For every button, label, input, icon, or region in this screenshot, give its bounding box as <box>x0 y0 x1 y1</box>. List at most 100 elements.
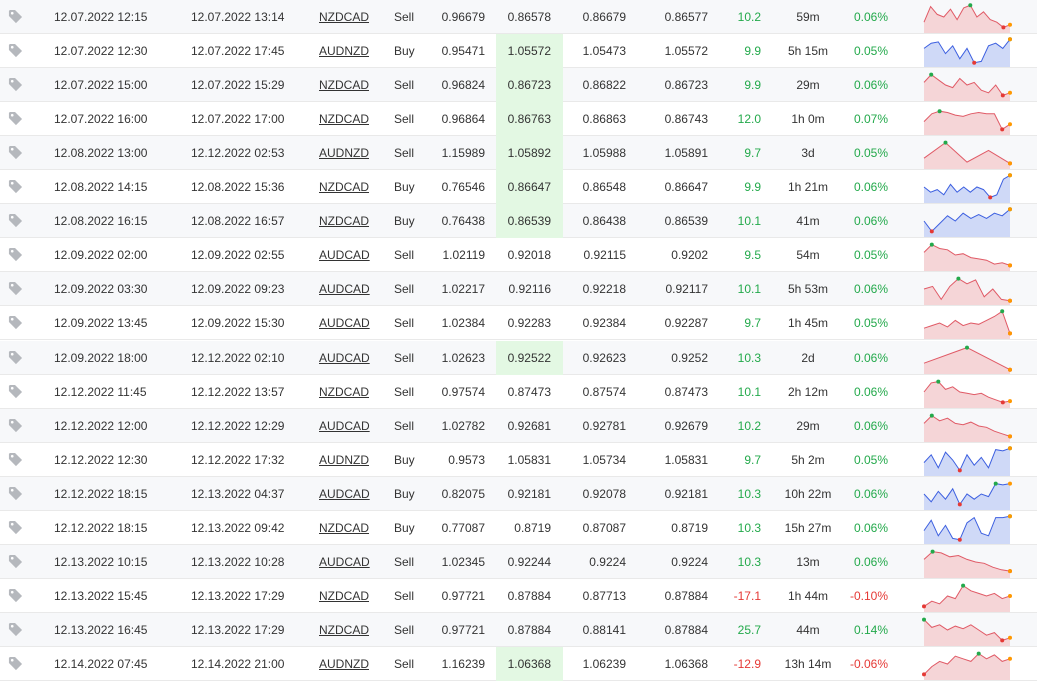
pips-value: 10.1 <box>737 214 761 229</box>
symbol-link[interactable]: AUDCAD <box>319 409 370 443</box>
open-time: 12.09.2022 03:30 <box>54 282 148 297</box>
sparkline-last-marker <box>1008 122 1012 127</box>
sparkline-high-marker <box>1000 309 1005 314</box>
symbol-link[interactable]: NZDCAD <box>319 0 369 34</box>
price-value-1: 1.02345 <box>441 554 485 569</box>
symbol-link[interactable]: AUDNZD <box>319 443 369 477</box>
tag-icon[interactable] <box>8 238 24 272</box>
pips-value: 9.7 <box>744 146 761 161</box>
symbol-link[interactable]: AUDCAD <box>319 341 370 375</box>
tag-icon[interactable] <box>8 443 24 477</box>
symbol-link[interactable]: AUDCAD <box>319 272 370 306</box>
symbol-link[interactable]: AUDNZD <box>319 136 369 170</box>
symbol-link[interactable]: NZDCAD <box>319 68 369 102</box>
table-row: 12.07.2022 12:15 12.07.2022 13:14 NZDCAD Se… <box>0 0 1037 34</box>
tag-icon[interactable] <box>8 34 24 68</box>
open-time: 12.07.2022 12:15 <box>54 10 148 24</box>
tag-icon[interactable] <box>8 409 24 443</box>
sparkline-high-marker <box>929 242 934 247</box>
price-value-1: 1.02119 <box>442 248 486 263</box>
symbol-link[interactable]: AUDNZD <box>319 34 369 68</box>
price-value-1: 0.82075 <box>441 486 485 501</box>
tag-icon[interactable] <box>8 272 24 306</box>
sparkline-chart <box>922 171 1012 204</box>
tag-icon[interactable] <box>8 477 24 511</box>
tag-icon[interactable] <box>8 136 24 170</box>
table-row: 12.08.2022 16:15 12.08.2022 16:57 NZDCAD Bu… <box>0 204 1037 239</box>
symbol-link[interactable]: NZDCAD <box>319 102 369 136</box>
sparkline-chart <box>922 614 1012 646</box>
table-row: 12.13.2022 15:45 12.13.2022 17:29 NZDCAD Se… <box>0 579 1037 613</box>
price-value-3: 0.92115 <box>583 248 627 263</box>
duration: 5h 2m <box>791 452 825 467</box>
symbol-link[interactable]: NZDCAD <box>319 579 369 613</box>
pips-value: 9.5 <box>744 248 761 263</box>
tag-icon[interactable] <box>8 102 24 136</box>
tag-icon[interactable] <box>8 0 24 34</box>
open-time: 12.08.2022 16:15 <box>54 214 148 229</box>
sparkline-high-marker <box>922 617 926 622</box>
tag-icon[interactable] <box>8 545 24 579</box>
price-value-1: 1.15989 <box>441 146 485 161</box>
tag-icon[interactable] <box>8 341 24 375</box>
sparkline-chart <box>922 410 1012 442</box>
price-value-1: 0.97574 <box>441 384 485 399</box>
pips-value: 10.3 <box>737 520 761 535</box>
close-time: 12.12.2022 12:29 <box>191 418 285 433</box>
sparkline-area <box>924 551 1010 578</box>
symbol-link[interactable]: NZDCAD <box>319 375 369 409</box>
sparkline-last-marker <box>1008 331 1012 336</box>
sparkline-last-marker <box>1008 22 1012 27</box>
symbol-link[interactable]: AUDCAD <box>319 477 370 511</box>
price-value-3: 0.86822 <box>582 78 626 93</box>
price-value-1: 0.9573 <box>448 452 485 467</box>
duration: 2h 12m <box>787 384 829 399</box>
price-value-2: 1.05831 <box>507 452 551 467</box>
symbol-link[interactable]: AUDCAD <box>319 306 370 340</box>
open-time: 12.12.2022 12:00 <box>54 418 148 433</box>
close-time: 12.07.2022 17:00 <box>191 112 285 127</box>
sparkline-high-marker <box>976 651 981 656</box>
sparkline-area <box>924 5 1010 33</box>
symbol-link[interactable]: NZDCAD <box>319 613 369 647</box>
sparkline-low-marker <box>972 60 977 65</box>
symbol-link[interactable]: NZDCAD <box>319 204 369 238</box>
profit-percent: 0.06% <box>853 180 888 195</box>
open-time: 12.12.2022 12:30 <box>54 452 148 467</box>
tag-icon[interactable] <box>8 306 24 340</box>
symbol-link[interactable]: AUDCAD <box>319 238 370 272</box>
tag-icon[interactable] <box>8 204 24 238</box>
price-value-2: 0.8719 <box>514 520 551 535</box>
price-value-2: 0.86763 <box>496 102 563 137</box>
sparkline-low-marker <box>1001 25 1006 30</box>
symbol-link[interactable]: NZDCAD <box>319 170 369 204</box>
sparkline-chart <box>922 376 1012 408</box>
table-row: 12.12.2022 12:00 12.12.2022 12:29 AUDCAD Se… <box>0 408 1037 443</box>
price-value-2: 0.92244 <box>507 554 551 569</box>
table-row: 12.07.2022 16:00 12.07.2022 17:00 NZDCAD Se… <box>0 102 1037 137</box>
sparkline-chart <box>922 444 1012 476</box>
symbol-link[interactable]: AUDCAD <box>319 545 370 579</box>
tag-icon[interactable] <box>8 170 24 204</box>
duration: 1h 44m <box>787 588 829 603</box>
tag-icon[interactable] <box>8 511 24 545</box>
sparkline-area <box>924 381 1010 408</box>
sparkline-chart <box>922 648 1012 680</box>
symbol-link[interactable]: NZDCAD <box>319 511 369 545</box>
price-value-2: 0.92522 <box>496 340 563 375</box>
tag-icon[interactable] <box>8 579 24 613</box>
sparkline-area <box>924 619 1010 646</box>
profit-percent: 0.05% <box>853 452 888 467</box>
price-value-1: 1.02217 <box>441 282 485 297</box>
tag-icon[interactable] <box>8 613 24 647</box>
tag-icon[interactable] <box>8 647 24 681</box>
tag-icon[interactable] <box>8 375 24 409</box>
price-value-4: 0.87884 <box>664 622 708 637</box>
tag-icon[interactable] <box>8 68 24 102</box>
open-time: 12.09.2022 18:00 <box>54 350 148 365</box>
price-value-3: 1.05734 <box>582 452 626 467</box>
price-value-4: 0.86743 <box>664 112 708 127</box>
symbol-link[interactable]: AUDNZD <box>319 647 369 681</box>
open-time: 12.13.2022 10:15 <box>54 554 148 569</box>
sparkline-last-marker <box>1008 445 1012 450</box>
